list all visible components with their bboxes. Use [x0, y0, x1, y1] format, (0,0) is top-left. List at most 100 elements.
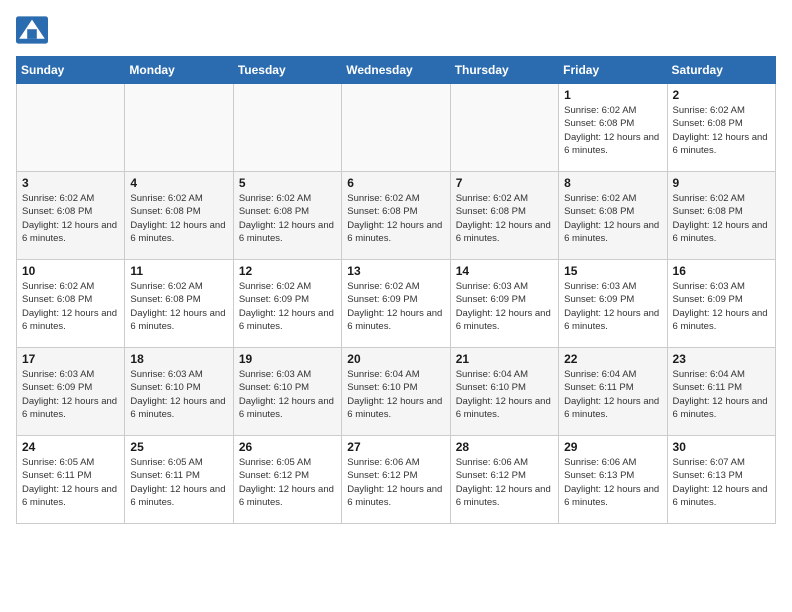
- calendar-cell: 9 Sunrise: 6:02 AM Sunset: 6:08 PM Daylig…: [667, 172, 775, 260]
- day-info: Sunrise: 6:02 AM Sunset: 6:08 PM Dayligh…: [130, 280, 227, 333]
- calendar-cell: 6 Sunrise: 6:02 AM Sunset: 6:08 PM Daylig…: [342, 172, 450, 260]
- day-number: 3: [22, 176, 119, 190]
- day-info: Sunrise: 6:06 AM Sunset: 6:13 PM Dayligh…: [564, 456, 661, 509]
- calendar-cell: 3 Sunrise: 6:02 AM Sunset: 6:08 PM Daylig…: [17, 172, 125, 260]
- calendar-cell: 18Sunrise: 6:03 AM Sunset: 6:10 PM Dayli…: [125, 348, 233, 436]
- calendar-cell: [450, 84, 558, 172]
- day-info: Sunrise: 6:03 AM Sunset: 6:09 PM Dayligh…: [564, 280, 661, 333]
- day-number: 13: [347, 264, 444, 278]
- weekday-header: Monday: [125, 57, 233, 84]
- calendar-cell: 21 Sunrise: 6:04 AM Sunset: 6:10 PM Dayli…: [450, 348, 558, 436]
- day-number: 14: [456, 264, 553, 278]
- calendar-cell: 10 Sunrise: 6:02 AM Sunset: 6:08 PM Dayli…: [17, 260, 125, 348]
- day-number: 6: [347, 176, 444, 190]
- weekday-header: Wednesday: [342, 57, 450, 84]
- day-info: Sunrise: 6:02 AM Sunset: 6:08 PM Dayligh…: [456, 192, 553, 245]
- calendar-cell: 22 Sunrise: 6:04 AM Sunset: 6:11 PM Dayli…: [559, 348, 667, 436]
- day-number: 9: [673, 176, 770, 190]
- day-number: 24: [22, 440, 119, 454]
- day-info: Sunrise: 6:05 AM Sunset: 6:11 PM Dayligh…: [130, 456, 227, 509]
- weekday-header: Friday: [559, 57, 667, 84]
- day-info: Sunrise: 6:02 AM Sunset: 6:08 PM Dayligh…: [347, 192, 444, 245]
- day-number: 19: [239, 352, 336, 366]
- day-info: Sunrise: 6:06 AM Sunset: 6:12 PM Dayligh…: [456, 456, 553, 509]
- day-info: Sunrise: 6:05 AM Sunset: 6:11 PM Dayligh…: [22, 456, 119, 509]
- calendar-cell: 28Sunrise: 6:06 AM Sunset: 6:12 PM Dayli…: [450, 436, 558, 524]
- calendar-cell: 20 Sunrise: 6:04 AM Sunset: 6:10 PM Dayli…: [342, 348, 450, 436]
- day-number: 1: [564, 88, 661, 102]
- day-info: Sunrise: 6:04 AM Sunset: 6:10 PM Dayligh…: [347, 368, 444, 421]
- calendar-cell: [125, 84, 233, 172]
- day-number: 10: [22, 264, 119, 278]
- calendar-cell: [233, 84, 341, 172]
- day-number: 8: [564, 176, 661, 190]
- day-info: Sunrise: 6:02 AM Sunset: 6:08 PM Dayligh…: [22, 280, 119, 333]
- day-number: 4: [130, 176, 227, 190]
- day-info: Sunrise: 6:02 AM Sunset: 6:09 PM Dayligh…: [239, 280, 336, 333]
- calendar-body: 1 Sunrise: 6:02 AM Sunset: 6:08 PM Daylig…: [17, 84, 776, 524]
- day-info: Sunrise: 6:04 AM Sunset: 6:10 PM Dayligh…: [456, 368, 553, 421]
- calendar-cell: 11 Sunrise: 6:02 AM Sunset: 6:08 PM Dayli…: [125, 260, 233, 348]
- day-info: Sunrise: 6:03 AM Sunset: 6:10 PM Dayligh…: [130, 368, 227, 421]
- calendar-cell: 29 Sunrise: 6:06 AM Sunset: 6:13 PM Dayli…: [559, 436, 667, 524]
- weekday-header: Thursday: [450, 57, 558, 84]
- logo: [16, 16, 52, 44]
- day-info: Sunrise: 6:02 AM Sunset: 6:09 PM Dayligh…: [347, 280, 444, 333]
- page-header: [16, 16, 776, 44]
- day-number: 23: [673, 352, 770, 366]
- day-number: 20: [347, 352, 444, 366]
- calendar-cell: 1Sunrise: 6:02 AM Sunset: 6:08 PM Daylig…: [559, 84, 667, 172]
- calendar-cell: 14 Sunrise: 6:03 AM Sunset: 6:09 PM Dayli…: [450, 260, 558, 348]
- day-info: Sunrise: 6:02 AM Sunset: 6:08 PM Dayligh…: [673, 104, 770, 157]
- day-info: Sunrise: 6:03 AM Sunset: 6:09 PM Dayligh…: [456, 280, 553, 333]
- weekday-header: Saturday: [667, 57, 775, 84]
- calendar-cell: 4 Sunrise: 6:02 AM Sunset: 6:08 PM Daylig…: [125, 172, 233, 260]
- calendar-cell: 7 Sunrise: 6:02 AM Sunset: 6:08 PM Daylig…: [450, 172, 558, 260]
- day-info: Sunrise: 6:04 AM Sunset: 6:11 PM Dayligh…: [564, 368, 661, 421]
- calendar-header: SundayMondayTuesdayWednesdayThursdayFrid…: [17, 57, 776, 84]
- calendar-cell: 15 Sunrise: 6:03 AM Sunset: 6:09 PM Dayli…: [559, 260, 667, 348]
- day-info: Sunrise: 6:02 AM Sunset: 6:08 PM Dayligh…: [130, 192, 227, 245]
- calendar-cell: [17, 84, 125, 172]
- day-number: 12: [239, 264, 336, 278]
- day-info: Sunrise: 6:05 AM Sunset: 6:12 PM Dayligh…: [239, 456, 336, 509]
- day-number: 2: [673, 88, 770, 102]
- day-info: Sunrise: 6:03 AM Sunset: 6:09 PM Dayligh…: [673, 280, 770, 333]
- day-info: Sunrise: 6:03 AM Sunset: 6:10 PM Dayligh…: [239, 368, 336, 421]
- weekday-header: Tuesday: [233, 57, 341, 84]
- day-number: 17: [22, 352, 119, 366]
- day-number: 15: [564, 264, 661, 278]
- day-info: Sunrise: 6:03 AM Sunset: 6:09 PM Dayligh…: [22, 368, 119, 421]
- day-number: 25: [130, 440, 227, 454]
- day-number: 7: [456, 176, 553, 190]
- day-number: 26: [239, 440, 336, 454]
- calendar-cell: 19 Sunrise: 6:03 AM Sunset: 6:10 PM Dayli…: [233, 348, 341, 436]
- calendar-cell: 24 Sunrise: 6:05 AM Sunset: 6:11 PM Dayli…: [17, 436, 125, 524]
- day-number: 21: [456, 352, 553, 366]
- calendar-cell: 30 Sunrise: 6:07 AM Sunset: 6:13 PM Dayli…: [667, 436, 775, 524]
- day-info: Sunrise: 6:02 AM Sunset: 6:08 PM Dayligh…: [564, 192, 661, 245]
- calendar-cell: 17 Sunrise: 6:03 AM Sunset: 6:09 PM Dayli…: [17, 348, 125, 436]
- day-number: 27: [347, 440, 444, 454]
- day-info: Sunrise: 6:04 AM Sunset: 6:11 PM Dayligh…: [673, 368, 770, 421]
- logo-icon: [16, 16, 48, 44]
- calendar-cell: 5Sunrise: 6:02 AM Sunset: 6:08 PM Daylig…: [233, 172, 341, 260]
- calendar-cell: 12 Sunrise: 6:02 AM Sunset: 6:09 PM Dayli…: [233, 260, 341, 348]
- day-number: 11: [130, 264, 227, 278]
- calendar-cell: 16 Sunrise: 6:03 AM Sunset: 6:09 PM Dayli…: [667, 260, 775, 348]
- day-number: 29: [564, 440, 661, 454]
- day-info: Sunrise: 6:07 AM Sunset: 6:13 PM Dayligh…: [673, 456, 770, 509]
- day-number: 22: [564, 352, 661, 366]
- day-info: Sunrise: 6:02 AM Sunset: 6:08 PM Dayligh…: [239, 192, 336, 245]
- calendar-cell: 26 Sunrise: 6:05 AM Sunset: 6:12 PM Dayli…: [233, 436, 341, 524]
- day-info: Sunrise: 6:02 AM Sunset: 6:08 PM Dayligh…: [22, 192, 119, 245]
- day-info: Sunrise: 6:02 AM Sunset: 6:08 PM Dayligh…: [673, 192, 770, 245]
- calendar-table: SundayMondayTuesdayWednesdayThursdayFrid…: [16, 56, 776, 524]
- day-number: 16: [673, 264, 770, 278]
- day-info: Sunrise: 6:06 AM Sunset: 6:12 PM Dayligh…: [347, 456, 444, 509]
- weekday-header: Sunday: [17, 57, 125, 84]
- calendar-cell: 8 Sunrise: 6:02 AM Sunset: 6:08 PM Daylig…: [559, 172, 667, 260]
- calendar-cell: 25 Sunrise: 6:05 AM Sunset: 6:11 PM Dayli…: [125, 436, 233, 524]
- calendar-cell: 23 Sunrise: 6:04 AM Sunset: 6:11 PM Dayli…: [667, 348, 775, 436]
- day-number: 30: [673, 440, 770, 454]
